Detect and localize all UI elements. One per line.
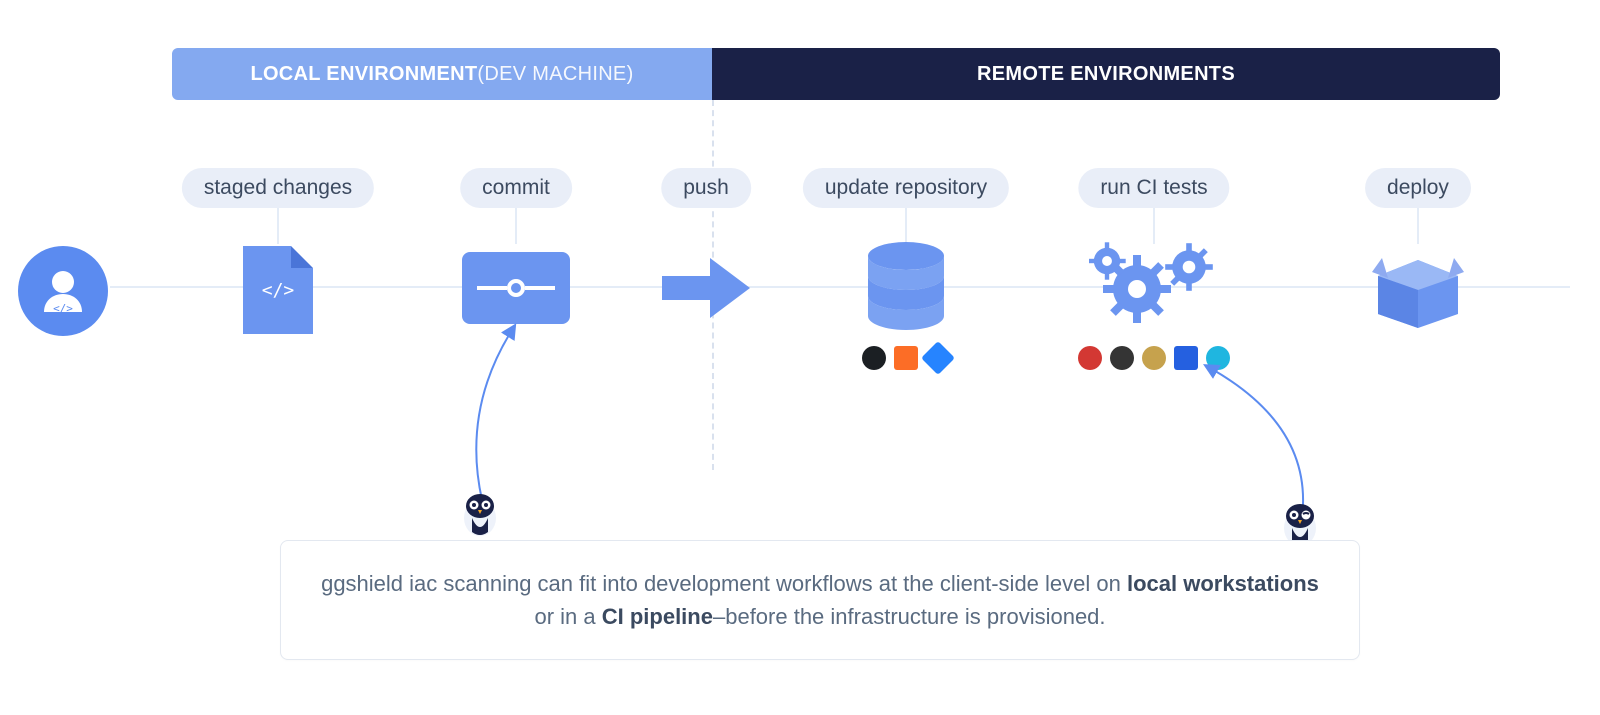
ci-vendor-icons [1078, 346, 1230, 370]
arrow-curve-to-commit [452, 320, 542, 510]
stage-connector [515, 208, 517, 244]
header-local-bold: LOCAL ENVIRONMENT [250, 63, 477, 86]
stage-label-ci: run CI tests [1078, 168, 1229, 208]
gears-icon [1089, 239, 1219, 329]
stage-connector [1417, 208, 1419, 244]
database-icon [864, 242, 948, 334]
azure-pipelines-icon [1174, 346, 1198, 370]
stage-label-push: push [661, 168, 751, 208]
stage-connector [905, 208, 907, 244]
github-icon [862, 346, 886, 370]
stage-connector [277, 208, 279, 244]
jenkins-icon [1078, 346, 1102, 370]
push-arrow-icon [658, 256, 754, 320]
drone-icon [1206, 346, 1230, 370]
svg-text:</>: </> [53, 302, 73, 315]
deploy-box-icon [1370, 250, 1466, 330]
gitlab-icon [894, 346, 918, 370]
jira-icon [921, 341, 955, 375]
file-code-icon: </> [243, 246, 313, 334]
header-remote-text: REMOTE ENVIRONMENTS [977, 63, 1235, 86]
developer-avatar-icon: </> [18, 246, 108, 336]
circleci-icon [1110, 346, 1134, 370]
header-local: LOCAL ENVIRONMENT (DEV MACHINE) [172, 48, 712, 100]
stage-label-deploy: deploy [1365, 168, 1471, 208]
stage-label-update: update repository [803, 168, 1009, 208]
commit-icon [462, 252, 570, 324]
environment-header: LOCAL ENVIRONMENT (DEV MACHINE) REMOTE E… [172, 48, 1500, 100]
description-callout: ggshield iac scanning can fit into devel… [280, 540, 1360, 660]
callout-text: ggshield iac scanning can fit into devel… [321, 567, 1319, 633]
header-remote: REMOTE ENVIRONMENTS [712, 48, 1500, 100]
pipeline-line [110, 286, 1570, 288]
stage-label-staged: staged changes [182, 168, 374, 208]
stage-label-commit: commit [460, 168, 572, 208]
repo-vendor-icons [862, 346, 950, 370]
ggshield-owl-icon [458, 488, 502, 538]
travis-icon [1142, 346, 1166, 370]
header-local-paren: (DEV MACHINE) [477, 63, 633, 86]
